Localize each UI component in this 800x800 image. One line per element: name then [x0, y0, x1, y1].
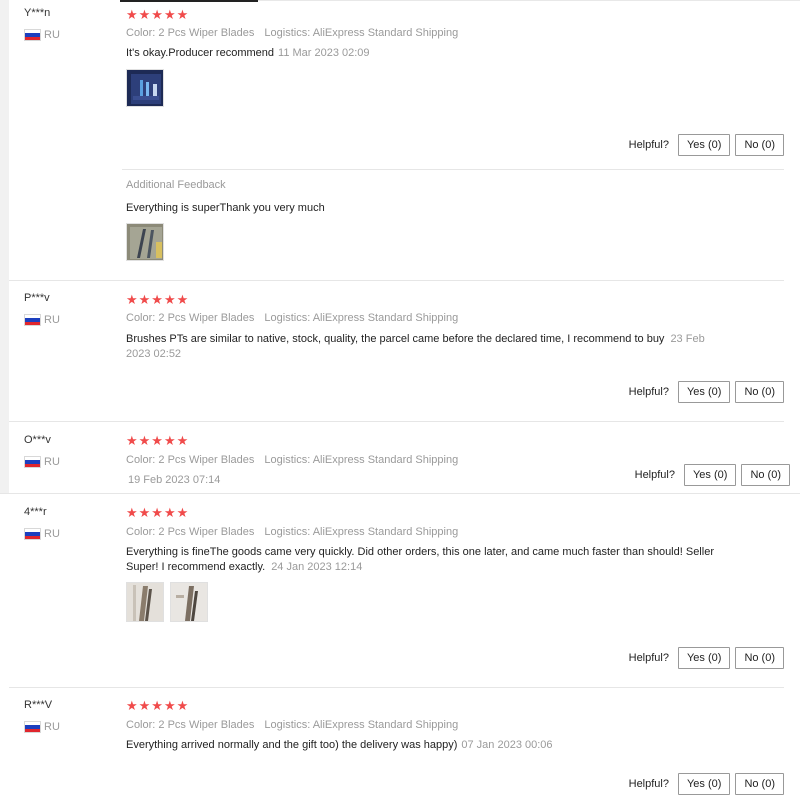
- star-rating: ★★★★★: [126, 698, 190, 713]
- color-variant: Color: 2 Pcs Wiper Blades: [126, 526, 255, 538]
- reviewer-name: O***v: [24, 434, 51, 446]
- russia-flag-icon: [24, 29, 41, 41]
- helpful-yes-button[interactable]: Yes (0): [677, 647, 731, 669]
- helpful-votes: Helpful? Yes (0) No (0): [629, 647, 784, 669]
- review-divider: [9, 280, 784, 281]
- review-meta: Color: 2 Pcs Wiper Blades Logistics: AliE…: [126, 27, 458, 39]
- review-date: 24 Jan 2023 12:14: [271, 561, 363, 573]
- star-rating: ★★★★★: [126, 292, 190, 307]
- logistics-info: Logistics: AliExpress Standard Shipping: [264, 27, 459, 39]
- review-divider: [9, 421, 784, 422]
- review-meta: Color: 2 Pcs Wiper Blades Logistics: AliE…: [126, 719, 458, 731]
- helpful-label: Helpful?: [628, 139, 669, 151]
- photo-image: [127, 583, 163, 621]
- color-variant: Color: 2 Pcs Wiper Blades: [126, 312, 255, 324]
- helpful-label: Helpful?: [628, 652, 669, 664]
- country-code: RU: [44, 456, 60, 468]
- additional-photo-thumbnail[interactable]: [126, 223, 164, 261]
- country-code: RU: [44, 721, 60, 733]
- logistics-info: Logistics: AliExpress Standard Shipping: [264, 526, 459, 538]
- additional-feedback-text: Everything is superThank you very much: [126, 202, 325, 214]
- review-date: 19 Feb 2023 07:14: [128, 474, 221, 486]
- color-variant: Color: 2 Pcs Wiper Blades: [126, 27, 255, 39]
- review-text: Everything arrived normally and the gift…: [126, 738, 553, 753]
- review-divider: [9, 687, 784, 688]
- reviewer-country: RU: [24, 455, 60, 469]
- helpful-votes: Helpful? Yes (0) No (0): [629, 381, 784, 403]
- photo-image: [127, 70, 163, 106]
- review-text: 19 Feb 2023 07:14: [128, 473, 220, 488]
- helpful-votes: Helpful? Yes (0) No (0): [629, 134, 784, 156]
- top-divider: [258, 0, 800, 1]
- helpful-no-button[interactable]: No (0): [735, 647, 784, 669]
- country-code: RU: [44, 314, 60, 326]
- helpful-yes-button[interactable]: Yes (0): [677, 134, 731, 156]
- helpful-votes: Helpful? Yes (0) No (0): [629, 773, 784, 795]
- review-date: 07 Jan 2023 00:06: [461, 739, 553, 751]
- logistics-info: Logistics: AliExpress Standard Shipping: [264, 719, 459, 731]
- review-photo-thumbnail[interactable]: [170, 582, 208, 622]
- country-code: RU: [44, 29, 60, 41]
- color-variant: Color: 2 Pcs Wiper Blades: [126, 454, 255, 466]
- reviewer-country: RU: [24, 28, 60, 42]
- helpful-no-button[interactable]: No (0): [735, 381, 784, 403]
- star-rating: ★★★★★: [126, 505, 190, 520]
- feedback-divider: [122, 169, 784, 170]
- review-text: It's okay.Producer recommend 11 Mar 2023 …: [126, 46, 370, 61]
- russia-flag-icon: [24, 721, 41, 733]
- helpful-label: Helpful?: [628, 778, 669, 790]
- review-body: Everything is fineThe goods came very qu…: [126, 546, 714, 558]
- russia-flag-icon: [24, 314, 41, 326]
- photo-image: [127, 224, 163, 260]
- review-date: 11 Mar 2023 02:09: [278, 47, 370, 59]
- review-text: Brushes PTs are similar to native, stock…: [126, 332, 706, 362]
- logistics-info: Logistics: AliExpress Standard Shipping: [264, 312, 459, 324]
- review-meta: Color: 2 Pcs Wiper Blades Logistics: AliE…: [126, 312, 458, 324]
- review-meta: Color: 2 Pcs Wiper Blades Logistics: AliE…: [126, 454, 458, 466]
- additional-feedback-title: Additional Feedback: [126, 179, 226, 191]
- review-date-continued: 2023 02:52: [126, 348, 182, 360]
- active-tab-indicator: [120, 0, 258, 2]
- helpful-yes-button[interactable]: Yes (0): [677, 773, 731, 795]
- helpful-no-button[interactable]: No (0): [741, 464, 790, 486]
- reviewer-name: P***v: [24, 292, 50, 304]
- review-body: Everything arrived normally and the gift…: [126, 739, 458, 751]
- helpful-no-button[interactable]: No (0): [735, 773, 784, 795]
- reviewer-name: Y***n: [24, 7, 51, 19]
- color-variant: Color: 2 Pcs Wiper Blades: [126, 719, 255, 731]
- review-photo-thumbnail[interactable]: [126, 69, 164, 107]
- country-code: RU: [44, 528, 60, 540]
- russia-flag-icon: [24, 456, 41, 468]
- russia-flag-icon: [24, 528, 41, 540]
- star-rating: ★★★★★: [126, 7, 190, 22]
- review-body: It's okay.Producer recommend: [126, 47, 275, 59]
- review-meta: Color: 2 Pcs Wiper Blades Logistics: AliE…: [126, 526, 458, 538]
- helpful-label: Helpful?: [634, 469, 675, 481]
- review-body: Brushes PTs are similar to native, stock…: [126, 333, 665, 345]
- reviewer-country: RU: [24, 527, 60, 541]
- reviewer-country: RU: [24, 720, 60, 734]
- helpful-no-button[interactable]: No (0): [735, 134, 784, 156]
- helpful-yes-button[interactable]: Yes (0): [683, 464, 737, 486]
- review-photo-thumbnail[interactable]: [126, 582, 164, 622]
- left-edge-panel: [0, 0, 9, 493]
- review-body-continued: Super! I recommend exactly.: [126, 561, 266, 573]
- reviewer-name: 4***r: [24, 506, 47, 518]
- reviewer-name: R***V: [24, 699, 53, 711]
- logistics-info: Logistics: AliExpress Standard Shipping: [264, 454, 459, 466]
- review-text: Everything is fineThe goods came very qu…: [126, 545, 766, 575]
- review-divider: [0, 493, 800, 494]
- photo-image: [171, 583, 207, 621]
- helpful-yes-button[interactable]: Yes (0): [677, 381, 731, 403]
- review-date: 23 Feb: [670, 333, 705, 345]
- helpful-votes: Helpful? Yes (0) No (0): [635, 464, 790, 486]
- star-rating: ★★★★★: [126, 433, 190, 448]
- reviewer-country: RU: [24, 313, 60, 327]
- helpful-label: Helpful?: [628, 386, 669, 398]
